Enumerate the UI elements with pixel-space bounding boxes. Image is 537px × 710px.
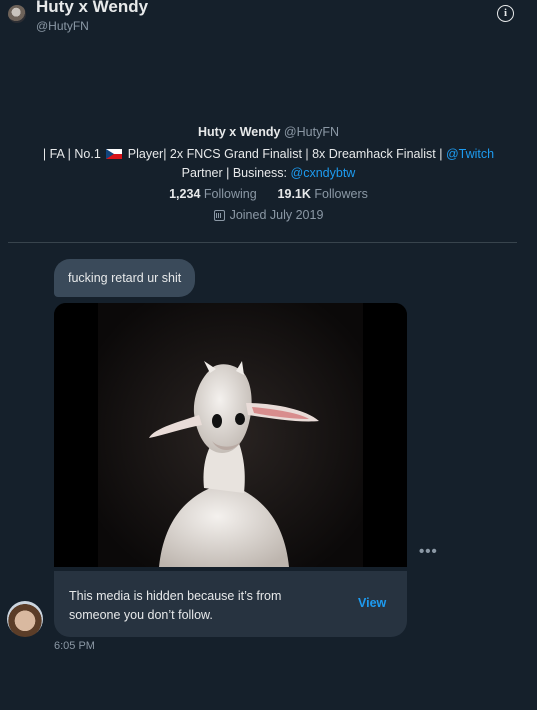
info-icon[interactable]: i	[497, 5, 514, 22]
bio-text-2: Player| 2x FNCS Grand Finalist | 8x Drea…	[127, 147, 443, 161]
joined-date: Joined July 2019	[229, 208, 324, 222]
bio-link-business[interactable]: @cxndybtw	[291, 166, 356, 180]
profile-bio-line2: Partner | Business: @cxndybtw	[0, 166, 537, 180]
calendar-icon	[213, 210, 225, 221]
hidden-media-text: This media is hidden because it’s from s…	[69, 589, 282, 622]
media-preview[interactable]	[54, 303, 407, 567]
profile-handle[interactable]: @HutyFN	[284, 125, 339, 139]
sender-avatar[interactable]	[7, 601, 43, 637]
message-bubble[interactable]: fucking retard ur shit	[54, 259, 196, 297]
following-label: Following	[203, 187, 257, 201]
bio-text-1: | FA | No.1	[42, 147, 101, 161]
following-count: 1,234	[169, 187, 201, 201]
profile-name-line: Huty x Wendy @HutyFN	[0, 125, 537, 139]
profile-bio-line1: | FA | No.1 Player| 2x FNCS Grand Finali…	[0, 147, 537, 161]
bio-link-twitch[interactable]: @Twitch	[446, 147, 494, 161]
profile-joined: Joined July 2019	[0, 208, 537, 222]
view-media-button[interactable]: View	[358, 596, 386, 610]
header-handle: @HutyFN	[36, 19, 89, 33]
followers-label: Followers	[314, 187, 368, 201]
header-display-name: Huty x Wendy	[36, 0, 149, 16]
profile-divider	[8, 242, 517, 243]
followers-stat[interactable]: 19.1K Followers	[278, 187, 368, 201]
more-options-icon[interactable]: •••	[419, 543, 438, 560]
followers-count: 19.1K	[277, 187, 311, 201]
message-timestamp: 6:05 PM	[54, 640, 95, 652]
llama-image	[54, 303, 407, 567]
profile-name[interactable]: Huty x Wendy	[198, 125, 280, 139]
header-avatar[interactable]	[8, 5, 26, 23]
profile-stats: 1,234 Following 19.1K Followers	[0, 187, 537, 201]
bio-text-3: Partner | Business:	[181, 166, 288, 180]
hidden-media-notice: This media is hidden because it’s from s…	[54, 571, 407, 637]
following-stat[interactable]: 1,234 Following	[169, 187, 260, 201]
czech-flag-icon	[106, 149, 123, 159]
